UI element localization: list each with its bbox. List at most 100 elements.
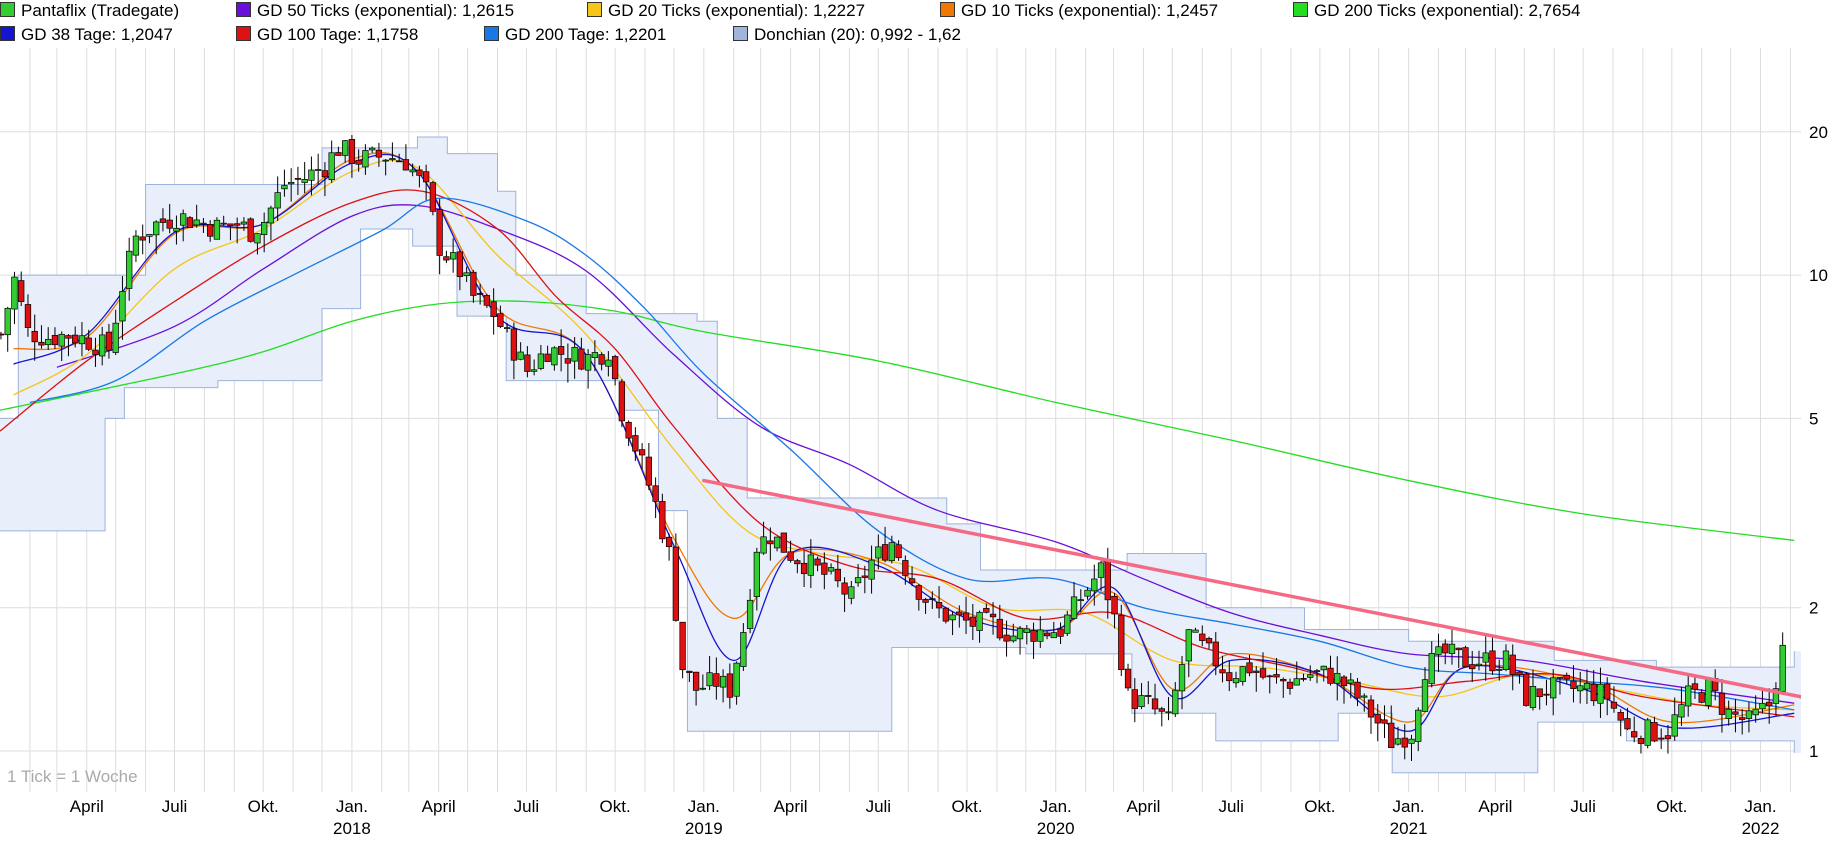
legend-item-gd10-ticks[interactable]: GD 10 Ticks (exponential): 1,2457 (940, 1, 1218, 21)
candle-down (929, 598, 936, 601)
candle-up (1482, 652, 1489, 663)
legend-item-gd50-ticks[interactable]: GD 50 Ticks (exponential): 1,2615 (236, 1, 514, 21)
candle-up (1091, 578, 1098, 592)
candle-up (261, 221, 268, 236)
candle-up (1752, 708, 1759, 716)
candle-down (1698, 692, 1705, 703)
candle-up (1172, 689, 1179, 715)
candle-up (1239, 666, 1246, 682)
swatch-icon (0, 2, 15, 17)
legend-item-gd38-tage[interactable]: GD 38 Tage: 1,2047 (0, 25, 173, 45)
candle-down (1732, 711, 1739, 715)
candle-down (902, 560, 909, 576)
candle-down (1455, 647, 1462, 651)
candle-up (1010, 635, 1017, 642)
candle-up (888, 542, 895, 561)
x-tick-label: Jan. (1040, 797, 1072, 816)
candle-down (1300, 677, 1307, 680)
candle-down (841, 582, 848, 595)
candle-down (1367, 699, 1375, 718)
candle-down (105, 331, 113, 351)
legend-label: GD 200 Ticks (exponential): 2,7654 (1314, 1, 1581, 20)
candle-up (173, 227, 180, 232)
candle-down (1226, 672, 1233, 682)
legend-item-gd200-ticks[interactable]: GD 200 Ticks (exponential): 2,7654 (1293, 1, 1580, 21)
candle-down (1327, 667, 1334, 684)
candle-up (1556, 677, 1564, 679)
legend-item-gd100-tage[interactable]: GD 100 Tage: 1,1758 (236, 25, 418, 45)
candle-up (78, 335, 86, 345)
candle-down (1104, 558, 1111, 601)
candle-up (605, 359, 612, 367)
candle-up (267, 207, 275, 224)
candle-down (578, 348, 585, 370)
candle-down (375, 149, 383, 158)
x-year-label: 2020 (1037, 819, 1075, 838)
candle-down (814, 558, 821, 566)
candle-down (186, 217, 194, 229)
candle-up (1394, 738, 1402, 745)
candle-down (659, 501, 666, 540)
candle-down (396, 160, 403, 163)
candle-down (1212, 641, 1219, 667)
candle-up (1428, 653, 1435, 684)
candle-down (524, 354, 531, 372)
candle-up (1415, 709, 1422, 742)
candle-up (1745, 710, 1753, 719)
swatch-icon (587, 2, 602, 17)
candle-down (1151, 698, 1159, 710)
candle-up (463, 272, 470, 277)
legend-label: GD 20 Ticks (exponential): 1,2227 (608, 1, 866, 20)
x-year-label: 2021 (1390, 819, 1428, 838)
candle-down (922, 598, 929, 603)
swatch-icon (1293, 2, 1308, 17)
candle-up (369, 147, 376, 151)
candle-down (1199, 633, 1206, 641)
candle-down (895, 544, 902, 559)
candle-up (699, 687, 707, 690)
candle-down (1543, 693, 1550, 696)
candle-up (1320, 665, 1327, 671)
candle-up (1334, 672, 1341, 684)
candle-up (132, 235, 140, 256)
candle-up (1293, 678, 1300, 686)
candle-down (1381, 719, 1388, 724)
candle-down (881, 544, 889, 561)
candle-down (632, 435, 639, 452)
x-tick-label: Jan. (1744, 797, 1776, 816)
candle-down (1340, 676, 1348, 687)
x-tick-label: Okt. (248, 797, 279, 816)
candle-up (1361, 695, 1368, 698)
candle-down (1124, 668, 1132, 689)
candle-down (510, 328, 518, 361)
candle-down (490, 301, 497, 317)
candle-down (692, 671, 700, 691)
candle-down (969, 616, 976, 627)
candle-up (1529, 686, 1537, 708)
candle-down (476, 293, 484, 295)
candle-down (780, 532, 787, 553)
candle-up (1050, 632, 1057, 639)
candle-up (301, 179, 308, 183)
candle-up (119, 291, 126, 322)
legend-item-donchian[interactable]: Donchian (20): 0,992 - 1,62 (733, 25, 961, 45)
candle-up (200, 222, 207, 225)
legend-item-pantaflix[interactable]: Pantaflix (Tradegate) (0, 1, 179, 21)
candle-up (1185, 629, 1192, 662)
legend-item-gd20-ticks[interactable]: GD 20 Ticks (exponential): 1,2227 (587, 1, 865, 21)
candle-down (1354, 681, 1361, 699)
candle-up (517, 351, 524, 360)
candle-up (153, 221, 160, 236)
candle-down (207, 223, 214, 237)
candle-up (274, 192, 281, 209)
candle-down (1266, 675, 1273, 678)
price-chart[interactable]: 20 10 5 2 1 April Juli Okt. Jan. 2018 April Juli Okt… (0, 48, 1834, 850)
legend-item-gd200-tage[interactable]: GD 200 Tage: 1,2201 (484, 25, 666, 45)
candle-down (294, 177, 302, 180)
candle-down (1664, 735, 1672, 740)
candle-up (854, 577, 862, 584)
candle-down (686, 670, 693, 673)
x-tick-label: Okt. (951, 797, 982, 816)
candle-up (382, 159, 389, 162)
candle-down (861, 575, 868, 578)
